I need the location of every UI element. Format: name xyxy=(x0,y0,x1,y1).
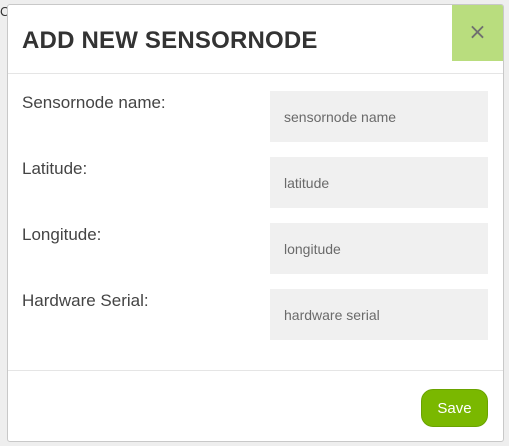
form-row-sensornode-name: Sensornode name: xyxy=(8,91,503,142)
dialog-header: ADD NEW SENSORNODE × xyxy=(8,5,503,74)
sensornode-name-label: Sensornode name: xyxy=(22,93,166,112)
close-button[interactable]: × xyxy=(452,5,503,61)
longitude-label: Longitude: xyxy=(22,225,102,244)
latitude-label: Latitude: xyxy=(22,159,88,178)
form-row-latitude: Latitude: xyxy=(8,157,503,208)
form-row-longitude: Longitude: xyxy=(8,223,503,274)
dialog-footer: Save xyxy=(8,370,503,441)
sensornode-name-input[interactable] xyxy=(270,91,488,142)
hardware-serial-input[interactable] xyxy=(270,289,488,340)
longitude-input[interactable] xyxy=(270,223,488,274)
hardware-serial-label: Hardware Serial: xyxy=(22,291,149,310)
latitude-input[interactable] xyxy=(270,157,488,208)
form-row-hardware-serial: Hardware Serial: xyxy=(8,289,503,340)
close-icon: × xyxy=(468,20,487,45)
save-button[interactable]: Save xyxy=(421,389,488,427)
add-sensornode-dialog: ADD NEW SENSORNODE × Sensornode name: La… xyxy=(7,4,504,442)
dialog-title: ADD NEW SENSORNODE xyxy=(22,27,318,54)
